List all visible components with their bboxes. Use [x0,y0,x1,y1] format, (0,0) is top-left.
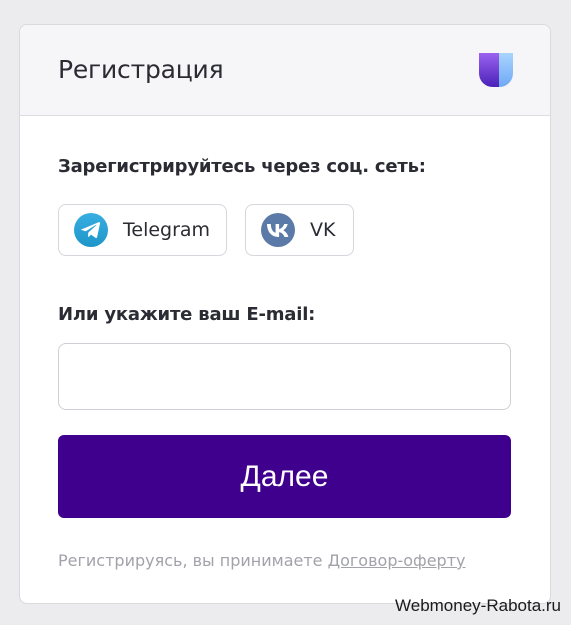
telegram-button[interactable]: Telegram [58,204,227,256]
telegram-icon [74,213,108,247]
telegram-button-label: Telegram [123,219,211,241]
social-section-label: Зарегистрируйтесь через соц. сеть: [58,156,426,177]
agreement-text: Регистрируясь, вы принимаете [58,551,328,570]
watermark: Webmoney-Rabota.ru [395,596,561,615]
vk-icon [261,213,295,247]
vk-button[interactable]: VK [245,204,354,256]
vk-button-label: VK [310,219,336,241]
registration-card: Регистрация Зарегистрируйтесь через соц.… [19,24,551,604]
agreement-notice: Регистрируясь, вы принимаете Договор-офе… [58,551,466,570]
offer-agreement-link[interactable]: Договор-оферту [328,551,466,570]
email-section-label: Или укажите ваш E-mail: [58,304,316,325]
next-button[interactable]: Далее [58,435,511,518]
page-title: Регистрация [58,55,224,84]
email-input[interactable] [58,343,511,410]
brand-logo-icon [479,53,513,87]
card-header: Регистрация [20,25,550,116]
